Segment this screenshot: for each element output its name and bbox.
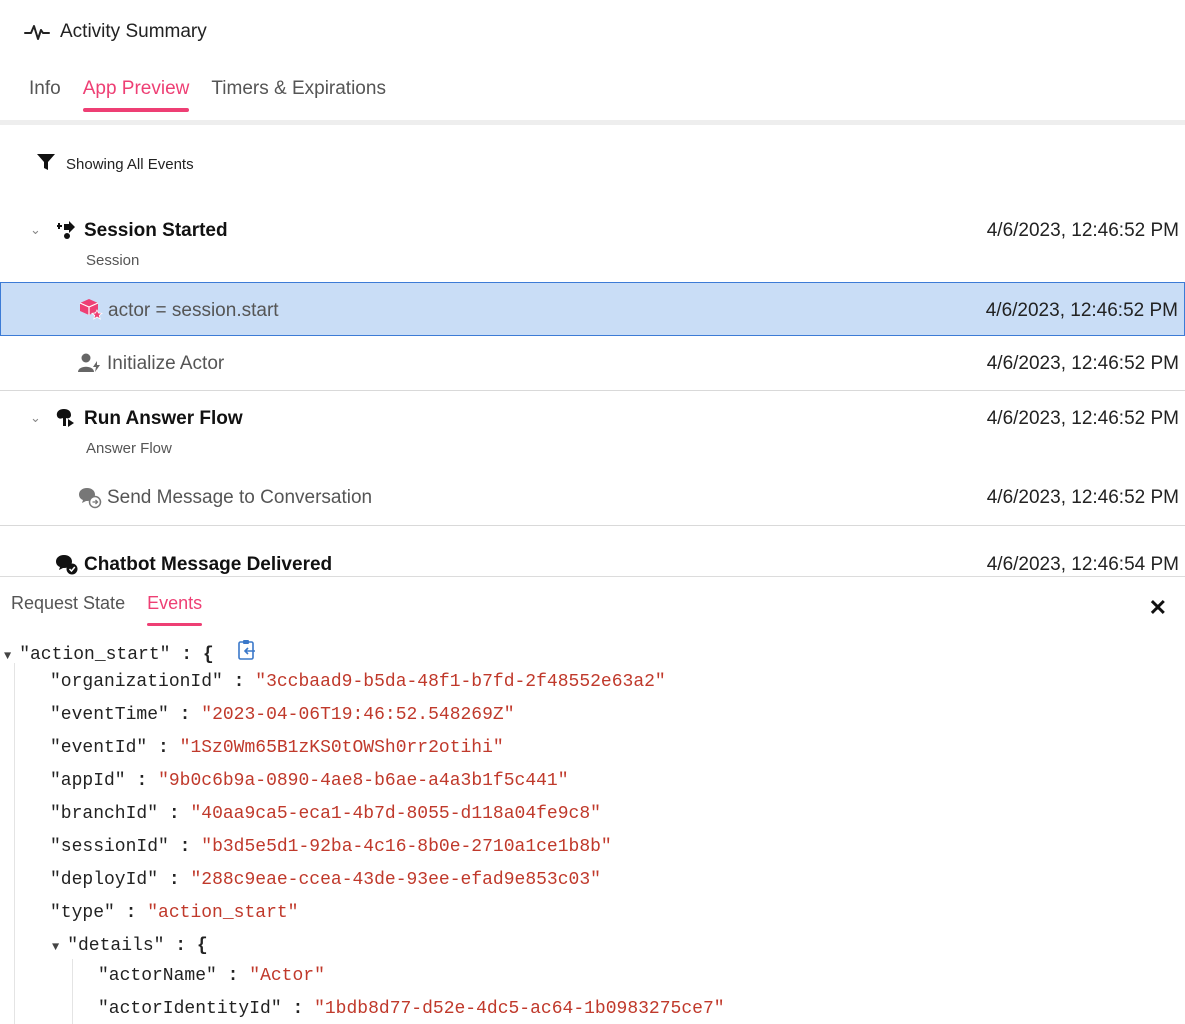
json-details-line: ▼ "details" : { xyxy=(52,934,208,958)
event-subtitle: Session xyxy=(86,252,140,269)
chevron-down-icon[interactable]: ⌄ xyxy=(30,222,41,238)
indent-guide xyxy=(14,663,15,1024)
activity-summary-header: Activity Summary Info App Preview Timers… xyxy=(0,0,1185,125)
tab-events[interactable]: Events xyxy=(147,593,203,626)
event-time: 4/6/2023, 12:46:52 PM xyxy=(986,220,1179,241)
chat-send-icon xyxy=(78,487,102,514)
filter-label: Showing All Events xyxy=(66,155,194,173)
tab-info[interactable]: Info xyxy=(29,78,61,112)
chevron-down-icon[interactable]: ⌄ xyxy=(30,410,41,426)
event-initialize-actor[interactable]: Initialize Actor 4/6/2023, 12:46:52 PM xyxy=(0,336,1185,390)
flow-icon xyxy=(55,408,77,433)
event-time: 4/6/2023, 12:46:52 PM xyxy=(986,487,1179,508)
event-send-message[interactable]: Send Message to Conversation 4/6/2023, 1… xyxy=(0,472,1185,524)
json-line: "actorIdentityId" : "1bdb8d77-d52e-4dc5-… xyxy=(98,999,725,1019)
event-time: 4/6/2023, 12:46:54 PM xyxy=(986,554,1179,575)
divider xyxy=(0,525,1185,526)
session-start-icon xyxy=(55,220,77,245)
json-line: "deployId" : "288c9eae-ccea-43de-93ee-ef… xyxy=(50,870,601,890)
triangle-down-icon[interactable]: ▼ xyxy=(4,644,11,668)
indent-guide xyxy=(72,959,73,1024)
json-line: "appId" : "9b0c6b9a-0890-4ae8-b6ae-a4a3b… xyxy=(50,771,569,791)
json-root-line: ▼ "action_start" : { xyxy=(4,639,257,665)
event-time: 4/6/2023, 12:46:52 PM xyxy=(985,300,1178,321)
tab-app-preview[interactable]: App Preview xyxy=(82,78,189,112)
activity-pulse-icon xyxy=(24,20,50,44)
json-line: "branchId" : "40aa9ca5-eca1-4b7d-8055-d1… xyxy=(50,804,601,824)
title-row: Activity Summary xyxy=(24,20,207,44)
event-run-answer-flow[interactable]: ⌄ Run Answer Flow Answer Flow 4/6/2023, … xyxy=(0,398,1185,464)
json-line: "eventTime" : "2023-04-06T19:46:52.54826… xyxy=(50,705,515,725)
tab-request-state[interactable]: Request State xyxy=(11,593,125,626)
event-title: actor = session.start xyxy=(108,300,279,321)
chat-delivered-icon xyxy=(55,554,79,576)
event-subtitle: Answer Flow xyxy=(86,440,172,457)
header-divider xyxy=(0,120,1185,125)
json-line: "actorName" : "Actor" xyxy=(98,966,325,986)
triangle-down-icon[interactable]: ▼ xyxy=(52,935,59,959)
top-tabs: Info App Preview Timers & Expirations xyxy=(29,78,386,112)
json-line: "eventId" : "1Sz0Wm65B1zKS0tOWSh0rr2otih… xyxy=(50,738,504,758)
panel-tabs: Request State Events xyxy=(11,593,203,626)
event-time: 4/6/2023, 12:46:52 PM xyxy=(986,353,1179,374)
event-chatbot-message-delivered[interactable]: Chatbot Message Delivered 4/6/2023, 12:4… xyxy=(0,544,1185,576)
event-title: Send Message to Conversation xyxy=(107,487,373,508)
event-filter[interactable]: Showing All Events xyxy=(36,152,194,176)
close-icon[interactable]: ✕ xyxy=(1149,595,1167,621)
divider xyxy=(0,390,1185,391)
event-time: 4/6/2023, 12:46:52 PM xyxy=(986,408,1179,429)
json-line: "type" : "action_start" xyxy=(50,903,299,923)
event-title: Initialize Actor xyxy=(107,353,225,374)
actor-cube-icon xyxy=(79,298,104,325)
json-line: "sessionId" : "b3d5e5d1-92ba-4c16-8b0e-2… xyxy=(50,837,612,857)
event-title: Session Started xyxy=(84,220,228,241)
details-panel: Request State Events ✕ ▼ "action_start" :… xyxy=(0,576,1185,1024)
copy-to-clipboard-icon[interactable] xyxy=(237,639,257,669)
event-session-started[interactable]: ⌄ Session Started Session 4/6/2023, 12:4… xyxy=(0,210,1185,276)
page-title: Activity Summary xyxy=(60,21,207,42)
json-key: "action_start" xyxy=(19,644,171,665)
json-line: "organizationId" : "3ccbaad9-b5da-48f1-b… xyxy=(50,672,666,692)
event-actor-session-start[interactable]: actor = session.start 4/6/2023, 12:46:52… xyxy=(0,282,1185,336)
filter-icon xyxy=(36,152,56,176)
tab-timers-expirations[interactable]: Timers & Expirations xyxy=(211,78,386,112)
user-bolt-icon xyxy=(78,353,102,378)
event-title: Run Answer Flow xyxy=(84,408,243,429)
event-title: Chatbot Message Delivered xyxy=(84,554,333,575)
